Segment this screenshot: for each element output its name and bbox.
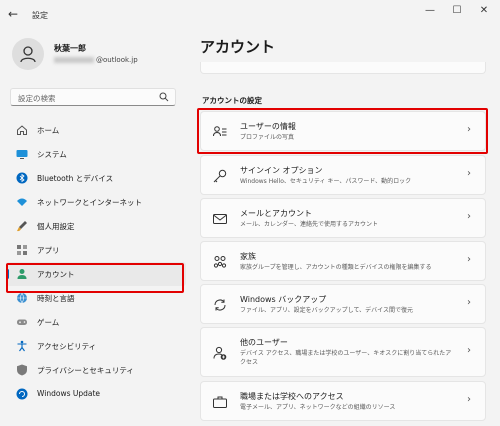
- gamepad-icon: [17, 319, 27, 325]
- accessibility-icon: [17, 340, 27, 352]
- sidebar-item-privacy[interactable]: プライバシーとセキュリティ: [6, 358, 186, 382]
- email-suffix: @outlook.jp: [96, 56, 138, 64]
- add-user-icon: [213, 346, 227, 360]
- card-subtitle: メール、カレンダー、連絡先で使用するアカウント: [240, 221, 378, 228]
- card-title: 家族: [240, 252, 256, 261]
- sidebar-item-home[interactable]: ホーム: [6, 118, 186, 142]
- maximize-button[interactable]: ☐: [447, 5, 467, 16]
- minimize-button[interactable]: —: [420, 5, 440, 16]
- card-subtitle: Windows Hello、セキュリティ キー、パスワード、動的ロック: [240, 178, 412, 185]
- sidebar-item-label: 個人用設定: [37, 222, 75, 231]
- sidebar-item-label: ネットワークとインターネット: [37, 198, 142, 207]
- sidebar-item-label: ホーム: [37, 126, 60, 135]
- card-sign-in-options[interactable]: サインイン オプション Windows Hello、セキュリティ キー、パスワー…: [200, 155, 486, 195]
- page-title: アカウント: [200, 38, 276, 56]
- card-subtitle: 家族グループを管理し、アカウントの種類とデバイスの権限を編集する: [240, 264, 432, 271]
- card-other-users[interactable]: 他のユーザー デバイス アクセス、職場または学校のユーザー、キオスクに割り当てら…: [200, 327, 486, 377]
- sidebar-item-system[interactable]: システム: [6, 142, 186, 166]
- sidebar-item-windows-update[interactable]: Windows Update: [6, 382, 186, 406]
- back-arrow-icon[interactable]: ←: [8, 7, 18, 21]
- bluetooth-icon: [16, 172, 28, 184]
- sidebar-item-label: 時刻と言語: [37, 294, 75, 303]
- chevron-right-icon: ›: [467, 345, 471, 356]
- chevron-right-icon: ›: [467, 394, 471, 405]
- sidebar-item-label: アクセシビリティ: [37, 342, 97, 351]
- sidebar-item-label: ゲーム: [37, 318, 60, 327]
- card-subtitle: デバイス アクセス、職場または学校のユーザー、キオスクに割り当てられたアクセス: [240, 350, 452, 366]
- wifi-icon: [17, 198, 27, 206]
- home-icon: [17, 125, 27, 135]
- sidebar-item-network[interactable]: ネットワークとインターネット: [6, 190, 186, 214]
- person-icon: [20, 46, 36, 63]
- user-name: 秋葉一郎: [54, 44, 86, 53]
- highlight-box-user-info: [197, 108, 488, 154]
- sidebar-nav: ホーム システム Bluetooth とデバイス ネットワークとインターネット …: [6, 118, 186, 406]
- card-title: メールとアカウント: [240, 209, 312, 218]
- briefcase-icon: [213, 396, 227, 408]
- chevron-right-icon: ›: [467, 254, 471, 265]
- close-button[interactable]: ✕: [474, 5, 494, 16]
- update-icon: [16, 388, 28, 400]
- sidebar-item-accessibility[interactable]: アクセシビリティ: [6, 334, 186, 358]
- avatar[interactable]: [12, 38, 44, 70]
- search-icon[interactable]: [159, 92, 169, 102]
- brush-icon: [17, 221, 27, 232]
- chevron-right-icon: ›: [467, 168, 471, 179]
- monitor-icon: [16, 150, 28, 159]
- card-title: Windows バックアップ: [240, 295, 327, 304]
- key-icon: [213, 169, 227, 183]
- user-email: @outlook.jp: [54, 56, 138, 64]
- backup-icon: [214, 299, 226, 311]
- card-title: サインイン オプション: [240, 166, 323, 175]
- sidebar-item-gaming[interactable]: ゲーム: [6, 310, 186, 334]
- window-title: 設定: [32, 11, 48, 20]
- highlight-box-accounts: [6, 263, 184, 293]
- card-subtitle: 電子メール、アプリ、ネットワークなどの組織のリソース: [240, 404, 396, 411]
- email-redaction: [54, 57, 94, 63]
- chevron-right-icon: ›: [467, 297, 471, 308]
- apps-icon: [17, 245, 27, 255]
- card-windows-backup[interactable]: Windows バックアップ ファイル、アプリ、設定をバックアップして、デバイス…: [200, 284, 486, 324]
- card-work-school-access[interactable]: 職場または学校へのアクセス 電子メール、アプリ、ネットワークなどの組織のリソース…: [200, 381, 486, 421]
- sidebar-item-label: システム: [37, 150, 67, 159]
- search-placeholder: 設定の検索: [18, 94, 56, 103]
- search-input[interactable]: 設定の検索: [10, 88, 176, 106]
- title-bar: ← 設定 — ☐ ✕: [0, 0, 500, 30]
- card-email-accounts[interactable]: メールとアカウント メール、カレンダー、連絡先で使用するアカウント ›: [200, 198, 486, 238]
- card-family[interactable]: 家族 家族グループを管理し、アカウントの種類とデバイスの権限を編集する ›: [200, 241, 486, 281]
- sidebar-item-label: Windows Update: [37, 389, 101, 398]
- sidebar-item-label: Bluetooth とデバイス: [37, 174, 114, 183]
- section-heading: アカウントの設定: [202, 96, 262, 105]
- family-icon: [213, 256, 227, 268]
- sidebar-item-apps[interactable]: アプリ: [6, 238, 186, 262]
- shield-icon: [17, 364, 27, 376]
- sidebar-item-label: アプリ: [37, 246, 60, 255]
- account-summary-card: [200, 62, 486, 74]
- globe-clock-icon: [17, 292, 27, 304]
- card-title: 他のユーザー: [240, 338, 288, 347]
- chevron-right-icon: ›: [467, 211, 471, 222]
- card-subtitle: ファイル、アプリ、設定をバックアップして、デバイス間で復元: [240, 307, 413, 314]
- mail-icon: [213, 214, 227, 224]
- sidebar-item-personalization[interactable]: 個人用設定: [6, 214, 186, 238]
- card-title: 職場または学校へのアクセス: [240, 392, 344, 401]
- sidebar-item-label: プライバシーとセキュリティ: [37, 366, 134, 375]
- sidebar-item-bluetooth[interactable]: Bluetooth とデバイス: [6, 166, 186, 190]
